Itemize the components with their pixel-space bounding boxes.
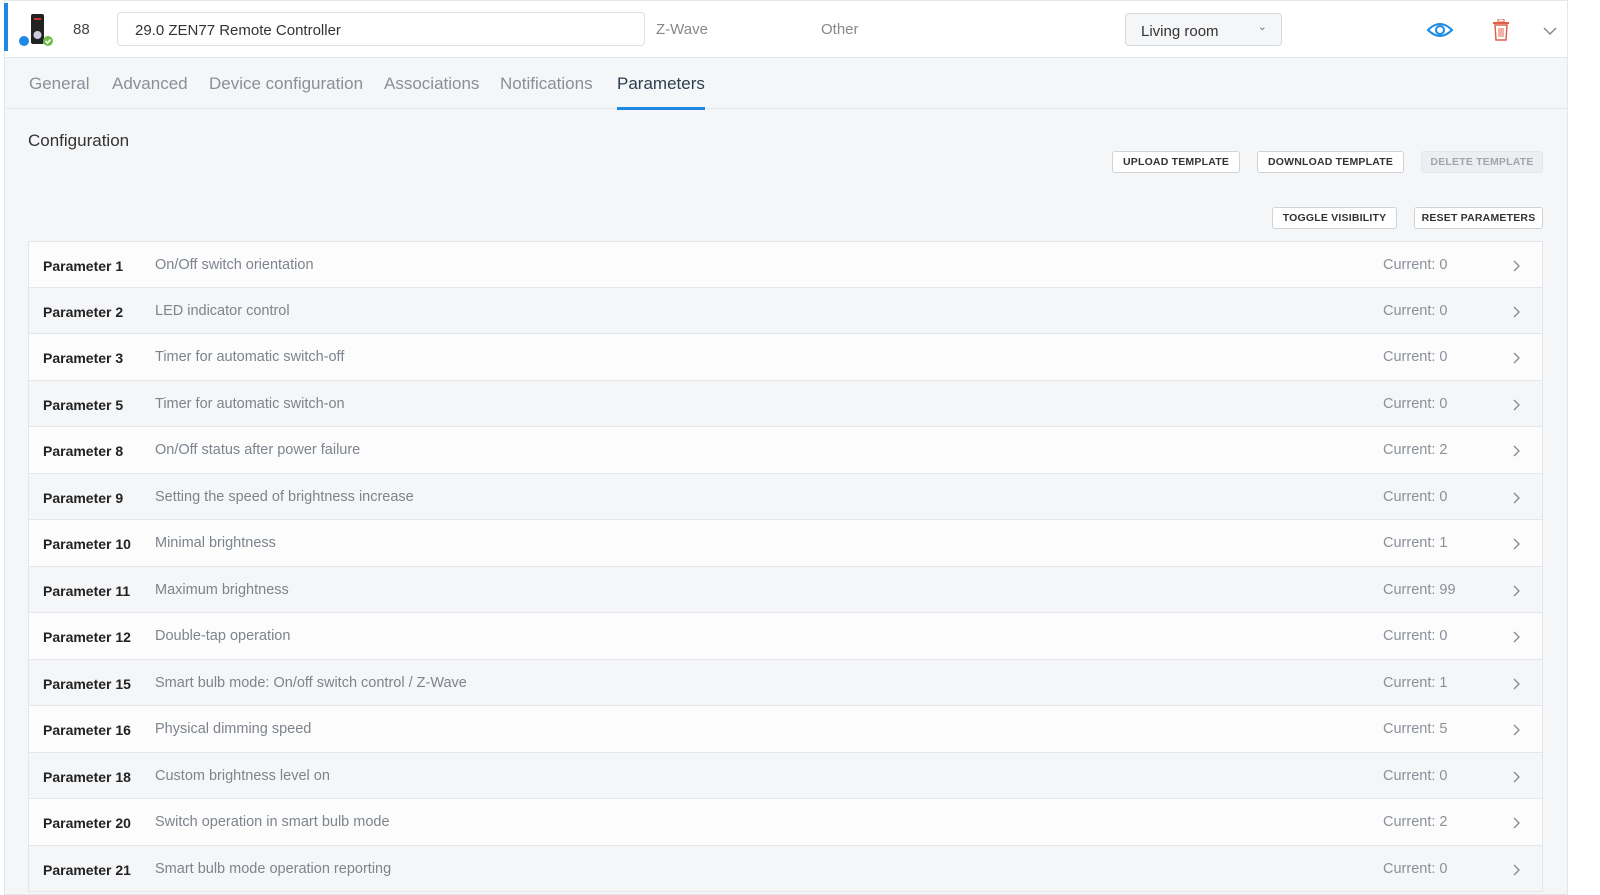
parameter-name: Parameter 16 bbox=[43, 722, 131, 738]
parameter-description: Maximum brightness bbox=[155, 581, 289, 598]
parameter-name: Parameter 11 bbox=[43, 582, 131, 599]
parameter-current-value: Current: 0 bbox=[1383, 628, 1448, 644]
tab-associations[interactable]: Associations bbox=[384, 74, 479, 94]
parameter-name: Parameter 3 bbox=[43, 350, 124, 366]
protocol-label: Z-Wave bbox=[656, 21, 708, 38]
parameter-row[interactable]: Parameter 15 Smart bulb mode: On/off swi… bbox=[28, 659, 1543, 706]
chevron-right-icon[interactable] bbox=[1512, 398, 1522, 417]
parameter-name: Parameter 10 bbox=[43, 536, 131, 552]
parameter-row[interactable]: Parameter 10 Minimal brightness Current:… bbox=[28, 520, 1543, 567]
parameter-description: Double-tap operation bbox=[155, 628, 291, 644]
parameter-current-value: Current: 2 bbox=[1383, 814, 1448, 830]
chevron-right-icon[interactable] bbox=[1512, 677, 1522, 696]
tab-advanced[interactable]: Advanced bbox=[112, 74, 188, 94]
parameter-row[interactable]: Parameter 18 Custom brightness level on … bbox=[28, 752, 1543, 799]
parameter-row[interactable]: Parameter 2 LED indicator control Curren… bbox=[28, 287, 1543, 334]
device-name-input[interactable]: 29.0 ZEN77 Remote Controller bbox=[117, 12, 645, 46]
chevron-right-icon[interactable] bbox=[1512, 351, 1522, 370]
parameter-row[interactable]: Parameter 11 Maximum brightness Current:… bbox=[28, 566, 1543, 613]
tab-device-configuration[interactable]: Device configuration bbox=[209, 74, 363, 94]
chevron-right-icon[interactable] bbox=[1512, 863, 1522, 882]
parameter-list: Parameter 1 On/Off switch orientation Cu… bbox=[28, 241, 1543, 892]
delete-template-button[interactable]: DELETE TEMPLATE bbox=[1421, 151, 1543, 173]
chevron-right-icon[interactable] bbox=[1512, 444, 1522, 463]
parameter-row[interactable]: Parameter 5 Timer for automatic switch-o… bbox=[28, 380, 1543, 427]
parameter-name: Parameter 1 bbox=[43, 258, 124, 274]
parameter-current-value: Current: 0 bbox=[1383, 488, 1448, 505]
parameter-description: Smart bulb mode: On/off switch control /… bbox=[155, 674, 467, 691]
chevron-right-icon[interactable] bbox=[1512, 723, 1522, 742]
parameter-description: Timer for automatic switch-on bbox=[155, 395, 345, 412]
parameter-current-value: Current: 1 bbox=[1383, 674, 1448, 691]
parameter-current-value: Current: 0 bbox=[1383, 257, 1448, 273]
parameter-row[interactable]: Parameter 21 Smart bulb mode operation r… bbox=[28, 845, 1543, 892]
parameter-description: LED indicator control bbox=[155, 302, 290, 319]
parameter-description: Timer for automatic switch-off bbox=[155, 349, 345, 365]
parameter-name: Parameter 2 bbox=[43, 303, 124, 320]
room-select[interactable]: Living room ⌄ bbox=[1125, 13, 1282, 46]
parameter-current-value: Current: 0 bbox=[1383, 860, 1448, 877]
parameter-current-value: Current: 1 bbox=[1383, 535, 1448, 551]
parameter-name: Parameter 8 bbox=[43, 443, 124, 459]
chevron-right-icon[interactable] bbox=[1512, 537, 1522, 556]
device-header: 88 29.0 ZEN77 Remote Controller Z-Wave O… bbox=[5, 1, 1567, 58]
reset-parameters-button[interactable]: RESET PARAMETERS bbox=[1414, 207, 1543, 229]
chevron-right-icon[interactable] bbox=[1512, 259, 1522, 278]
parameter-description: On/Off switch orientation bbox=[155, 257, 314, 273]
selection-accent-bar bbox=[4, 3, 8, 51]
node-id: 88 bbox=[73, 21, 90, 38]
parameter-row[interactable]: Parameter 8 On/Off status after power fa… bbox=[28, 427, 1543, 474]
parameter-current-value: Current: 0 bbox=[1383, 349, 1448, 365]
parameter-description: Smart bulb mode operation reporting bbox=[155, 860, 392, 877]
parameter-description: Switch operation in smart bulb mode bbox=[155, 814, 390, 830]
eye-icon[interactable] bbox=[1426, 21, 1454, 44]
section-title: Configuration bbox=[28, 131, 130, 150]
chevron-right-icon[interactable] bbox=[1512, 630, 1522, 649]
category-label: Other bbox=[821, 21, 859, 38]
parameter-description: Physical dimming speed bbox=[155, 721, 312, 737]
chevron-down-icon: ⌄ bbox=[1257, 21, 1267, 33]
parameter-description: Custom brightness level on bbox=[155, 767, 330, 784]
parameter-row[interactable]: Parameter 1 On/Off switch orientation Cu… bbox=[28, 241, 1543, 288]
parameter-description: Setting the speed of brightness increase bbox=[155, 488, 414, 505]
chevron-right-icon[interactable] bbox=[1512, 305, 1522, 324]
chevron-right-icon[interactable] bbox=[1512, 770, 1522, 789]
remote-device-icon bbox=[17, 13, 57, 49]
parameter-row[interactable]: Parameter 16 Physical dimming speed Curr… bbox=[28, 706, 1543, 753]
parameter-description: Minimal brightness bbox=[155, 535, 276, 551]
parameter-description: On/Off status after power failure bbox=[155, 442, 361, 458]
parameter-row[interactable]: Parameter 9 Setting the speed of brightn… bbox=[28, 473, 1543, 520]
parameter-current-value: Current: 0 bbox=[1383, 395, 1448, 412]
parameter-current-value: Current: 0 bbox=[1383, 302, 1448, 319]
toggle-visibility-button[interactable]: TOGGLE VISIBILITY bbox=[1272, 207, 1397, 229]
parameter-name: Parameter 21 bbox=[43, 861, 131, 878]
parameter-name: Parameter 20 bbox=[43, 815, 131, 831]
chevron-right-icon[interactable] bbox=[1512, 816, 1522, 835]
tab-parameters[interactable]: Parameters bbox=[617, 74, 705, 110]
parameter-row[interactable]: Parameter 20 Switch operation in smart b… bbox=[28, 799, 1543, 846]
parameter-name: Parameter 12 bbox=[43, 629, 131, 645]
trash-icon[interactable] bbox=[1492, 18, 1510, 46]
tab-notifications[interactable]: Notifications bbox=[500, 74, 593, 94]
tab-bar: General Advanced Device configuration As… bbox=[5, 58, 1567, 110]
parameter-name: Parameter 5 bbox=[43, 396, 124, 413]
parameter-current-value: Current: 5 bbox=[1383, 721, 1448, 737]
parameter-current-value: Current: 2 bbox=[1383, 442, 1448, 458]
parameter-name: Parameter 9 bbox=[43, 489, 124, 506]
parameter-row[interactable]: Parameter 12 Double-tap operation Curren… bbox=[28, 613, 1543, 660]
upload-template-button[interactable]: UPLOAD TEMPLATE bbox=[1112, 151, 1240, 173]
parameter-name: Parameter 15 bbox=[43, 675, 131, 692]
tab-general[interactable]: General bbox=[29, 74, 89, 94]
parameter-current-value: Current: 99 bbox=[1383, 581, 1456, 598]
parameter-name: Parameter 18 bbox=[43, 768, 131, 785]
chevron-right-icon[interactable] bbox=[1512, 491, 1522, 510]
parameter-row[interactable]: Parameter 3 Timer for automatic switch-o… bbox=[28, 334, 1543, 381]
parameter-current-value: Current: 0 bbox=[1383, 767, 1448, 784]
chevron-right-icon[interactable] bbox=[1512, 584, 1522, 603]
download-template-button[interactable]: DOWNLOAD TEMPLATE bbox=[1257, 151, 1404, 173]
room-value: Living room bbox=[1141, 23, 1219, 40]
chevron-down-icon[interactable] bbox=[1542, 23, 1558, 41]
